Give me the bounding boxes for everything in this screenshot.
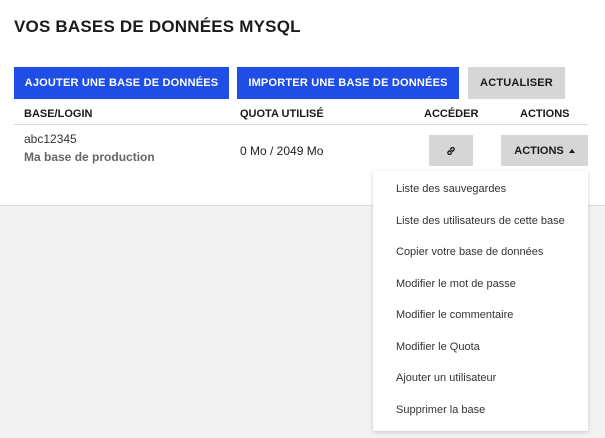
caret-up-icon <box>568 148 575 153</box>
import-database-button[interactable]: IMPORTER UNE BASE DE DONNÉES <box>237 67 459 99</box>
column-header-quota: QUOTA UTILISÉ <box>240 108 324 120</box>
database-description: Ma base de production <box>24 150 155 164</box>
menu-item-users-list[interactable]: Liste des utilisateurs de cette base <box>396 215 565 227</box>
column-header-base-login: BASE/LOGIN <box>24 108 93 120</box>
menu-item-backups-list[interactable]: Liste des sauvegardes <box>396 183 506 195</box>
column-header-access: ACCÉDER <box>424 108 479 120</box>
link-icon <box>447 146 455 155</box>
menu-item-add-user[interactable]: Ajouter un utilisateur <box>396 372 496 384</box>
actions-menu: Liste des sauvegardes Liste des utilisat… <box>373 171 588 431</box>
actions-button-label: ACTIONS <box>514 144 564 157</box>
menu-item-delete-database[interactable]: Supprimer la base <box>396 404 485 416</box>
quota-used: 0 Mo / 2049 Mo <box>240 144 324 158</box>
menu-item-edit-comment[interactable]: Modifier le commentaire <box>396 309 513 321</box>
database-login: abc12345 <box>24 132 77 146</box>
menu-item-change-password[interactable]: Modifier le mot de passe <box>396 278 516 290</box>
header-divider <box>14 124 588 125</box>
actions-dropdown-button[interactable]: ACTIONS <box>501 135 588 166</box>
refresh-button[interactable]: ACTUALISER <box>468 67 565 99</box>
add-database-button[interactable]: AJOUTER UNE BASE DE DONNÉES <box>14 67 229 99</box>
access-database-button[interactable] <box>429 135 473 166</box>
column-header-actions: ACTIONS <box>520 108 570 120</box>
menu-item-edit-quota[interactable]: Modifier le Quota <box>396 341 480 353</box>
menu-item-copy-database[interactable]: Copier votre base de données <box>396 246 543 258</box>
page-title: VOS BASES DE DONNÉES MYSQL <box>14 17 301 36</box>
